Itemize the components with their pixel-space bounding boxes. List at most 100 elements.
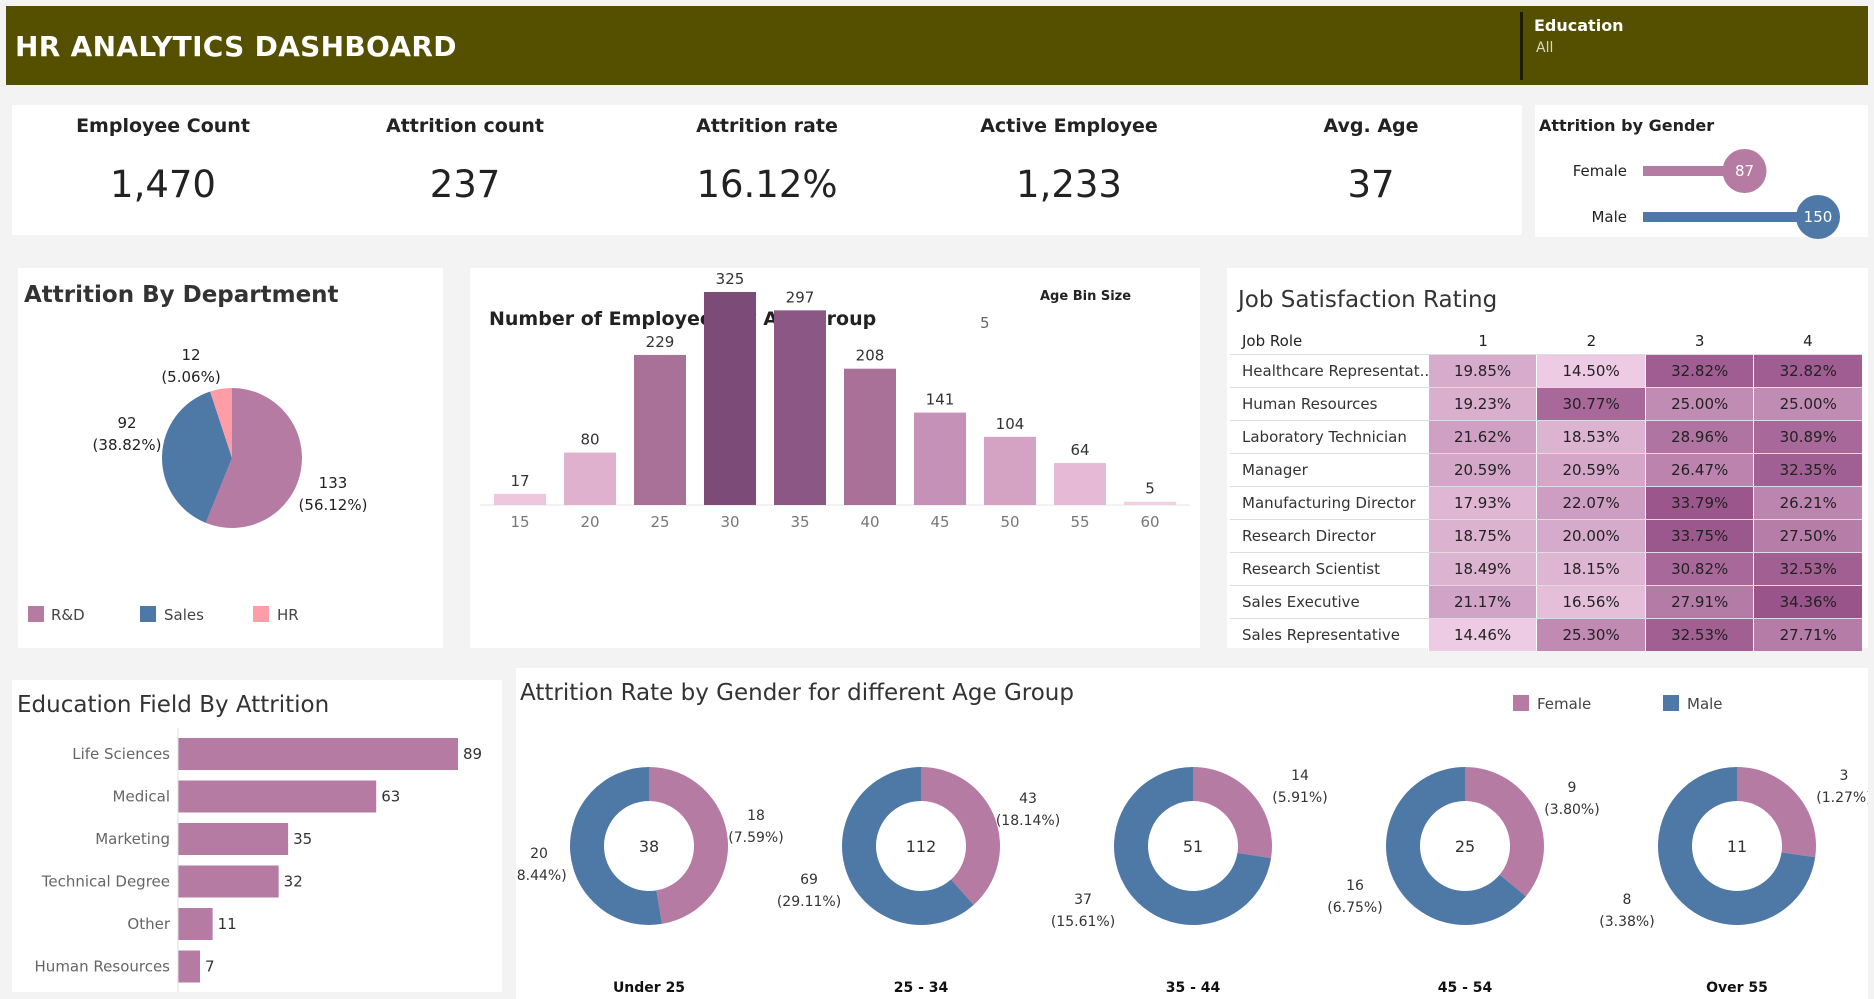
donut-group-label: 25 - 34 — [894, 980, 949, 996]
heat-cell[interactable]: 28.96% — [1644, 421, 1754, 453]
heat-cell[interactable]: 32.53% — [1644, 619, 1754, 651]
donut-segment[interactable] — [921, 767, 1000, 905]
age-tick-label: 35 — [790, 513, 809, 531]
heat-cell[interactable]: 25.00% — [1753, 388, 1863, 420]
heat-cell[interactable]: 32.82% — [1753, 355, 1863, 387]
gender-bar-label: Female — [1573, 162, 1627, 180]
heat-cell[interactable]: 14.50% — [1536, 355, 1645, 387]
slice-count: 12 — [181, 346, 201, 364]
age-bar[interactable] — [564, 452, 616, 505]
table-row: Manager 20.59% 20.59% 26.47% 32.35% — [1230, 453, 1863, 486]
heat-cell[interactable]: 16.56% — [1536, 586, 1645, 618]
edu-bar[interactable] — [178, 908, 213, 940]
legend-label-sales[interactable]: Sales — [164, 606, 204, 624]
heat-cell[interactable]: 26.21% — [1753, 487, 1863, 519]
donut-center-total: 38 — [639, 837, 659, 856]
heat-cell[interactable]: 32.53% — [1753, 553, 1863, 585]
table-row: Research Scientist 18.49% 18.15% 30.82% 32.5… — [1230, 552, 1863, 585]
heat-cell[interactable]: 30.89% — [1753, 421, 1863, 453]
edu-bar-value: 35 — [293, 830, 312, 848]
heat-cell[interactable]: 30.82% — [1644, 553, 1754, 585]
edu-bar[interactable] — [178, 950, 201, 983]
education-filter-dropdown[interactable]: All — [1536, 40, 1553, 56]
donut-male-count: 8 — [1623, 892, 1632, 908]
age-bar[interactable] — [704, 292, 756, 505]
edu-bar[interactable] — [178, 738, 458, 770]
age-bar-value: 80 — [580, 431, 599, 449]
legend-label-rd[interactable]: R&D — [51, 606, 85, 624]
donut-segment[interactable] — [649, 767, 729, 924]
legend-swatch-sales[interactable] — [140, 606, 156, 622]
heat-cell[interactable]: 26.47% — [1644, 454, 1754, 486]
age-bar[interactable] — [984, 436, 1036, 505]
heat-cell[interactable]: 27.71% — [1753, 619, 1863, 651]
heat-cell[interactable]: 19.23% — [1427, 388, 1537, 420]
legend-swatch-rd[interactable] — [28, 606, 44, 622]
heat-cell[interactable]: 19.85% — [1427, 355, 1537, 387]
table-row: Sales Executive 21.17% 16.56% 27.91% 34.36% — [1230, 585, 1863, 618]
donut-segment[interactable] — [1737, 767, 1816, 858]
heat-cell[interactable]: 25.30% — [1536, 619, 1645, 651]
header-rating: 2 — [1586, 332, 1597, 350]
donut-female-pct: (18.14%) — [996, 813, 1060, 829]
heat-cell[interactable]: 33.75% — [1644, 520, 1754, 552]
edu-bar[interactable] — [178, 865, 279, 898]
legend-label-hr[interactable]: HR — [277, 606, 299, 624]
heat-cell[interactable]: 22.07% — [1536, 487, 1645, 519]
header-rating: 1 — [1478, 332, 1488, 350]
age-bar-value: 229 — [646, 333, 675, 351]
heat-cell[interactable]: 33.79% — [1644, 487, 1754, 519]
donut-group-label: 45 - 54 — [1438, 980, 1493, 996]
donut-male-count: 20 — [530, 846, 548, 862]
age-bar[interactable] — [494, 493, 546, 505]
heat-cell[interactable]: 18.49% — [1427, 553, 1537, 585]
heat-cell[interactable]: 18.53% — [1536, 421, 1645, 453]
heat-cell[interactable]: 32.35% — [1753, 454, 1863, 486]
heat-cell[interactable]: 32.82% — [1644, 355, 1754, 387]
heat-cell[interactable]: 34.36% — [1753, 586, 1863, 618]
heat-cell[interactable]: 20.59% — [1427, 454, 1537, 486]
age-bar[interactable] — [844, 368, 896, 505]
heat-cell[interactable]: 21.62% — [1427, 421, 1537, 453]
heat-cell[interactable]: 14.46% — [1427, 619, 1537, 651]
heat-cell[interactable]: 20.59% — [1536, 454, 1645, 486]
job-role-label: Sales Representative — [1242, 626, 1401, 644]
gender-bar-label: Male — [1591, 208, 1627, 226]
donut-female-pct: (3.80%) — [1544, 802, 1599, 818]
kpi-label: Avg. Age — [1323, 115, 1419, 137]
age-tick-label: 50 — [1000, 513, 1019, 531]
age-bar[interactable] — [1124, 501, 1176, 505]
age-bar[interactable] — [774, 310, 826, 505]
heat-cell[interactable]: 20.00% — [1536, 520, 1645, 552]
table-row: Human Resources 19.23% 30.77% 25.00% 25.00% — [1230, 387, 1863, 420]
heat-cell[interactable]: 18.75% — [1427, 520, 1537, 552]
heat-cell[interactable]: 17.93% — [1427, 487, 1537, 519]
heat-cell[interactable]: 30.77% — [1536, 388, 1645, 420]
heat-cell[interactable]: 25.00% — [1644, 388, 1754, 420]
age-bar[interactable] — [1054, 463, 1106, 505]
department-label-sales: 92 (38.82%) — [86, 412, 168, 456]
heat-cell[interactable]: 21.17% — [1427, 586, 1537, 618]
age-bar[interactable] — [634, 354, 686, 505]
age-bar-value: 325 — [716, 270, 745, 288]
donut-center-total: 11 — [1727, 837, 1747, 856]
donut-group-label: 35 - 44 — [1166, 980, 1221, 996]
kpi-avg-age: Avg. Age 37 — [1221, 115, 1521, 206]
heat-cell[interactable]: 27.50% — [1753, 520, 1863, 552]
header-rating: 3 — [1694, 332, 1705, 350]
heat-cell[interactable]: 27.91% — [1644, 586, 1754, 618]
department-label-hr: 12 (5.06%) — [150, 344, 232, 388]
age-bar[interactable] — [914, 412, 966, 505]
donut-segment[interactable] — [1193, 767, 1272, 859]
legend-swatch-hr[interactable] — [253, 606, 269, 622]
table-header-row: Job Role 1 2 3 4 — [1230, 328, 1862, 354]
age-tick-label: 55 — [1070, 513, 1089, 531]
age-tick-label: 45 — [930, 513, 949, 531]
kpi-label: Attrition rate — [696, 115, 838, 137]
donut-segment[interactable] — [1465, 767, 1544, 897]
edu-bar[interactable] — [178, 823, 289, 855]
kpi-value: 1,233 — [1016, 163, 1122, 206]
donut-group-label: Under 25 — [613, 980, 685, 996]
edu-bar[interactable] — [178, 780, 377, 813]
heat-cell[interactable]: 18.15% — [1536, 553, 1645, 585]
